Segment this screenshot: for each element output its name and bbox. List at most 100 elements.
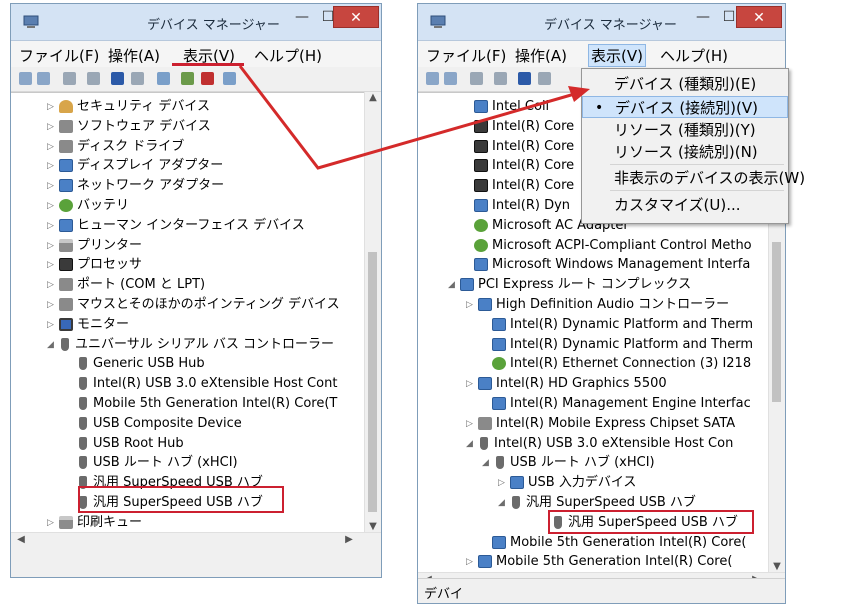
expand-toggle-icon[interactable]: ▷ xyxy=(466,374,476,394)
scroll-up-icon[interactable]: ▲ xyxy=(365,92,381,103)
expand-toggle-icon[interactable]: ▷ xyxy=(47,97,57,117)
tree-item[interactable]: ▷ モニター xyxy=(47,315,129,335)
tree-item[interactable]: Intel(R) Dynamic Platform and Therm xyxy=(480,315,753,335)
tree-item[interactable]: ▷ High Definition Audio コントローラー xyxy=(466,295,729,315)
tree-item[interactable]: Mobile 5th Generation Intel(R) Core(T xyxy=(65,394,337,414)
scroll-down-icon[interactable]: ▼ xyxy=(365,521,381,532)
view-menu-item[interactable]: リソース (接続別)(N) xyxy=(582,141,788,163)
tree-item[interactable]: ▷ Intel(R) HD Graphics 5500 xyxy=(466,374,667,394)
view-menu-item[interactable]: 非表示のデバイスの表示(W) xyxy=(582,167,805,189)
expand-toggle-icon[interactable]: ▷ xyxy=(47,117,57,137)
scroll-thumb[interactable] xyxy=(772,242,781,402)
tree-item[interactable]: ▷ プリンター xyxy=(47,236,142,256)
expand-toggle-icon[interactable]: ▷ xyxy=(498,473,508,493)
minimize-button[interactable]: — xyxy=(289,6,315,28)
view-menu-item[interactable]: リソース (種類別)(Y) xyxy=(582,119,788,141)
tree-item[interactable]: Generic USB Hub xyxy=(65,354,205,374)
device-view-icon[interactable] xyxy=(538,72,551,85)
expand-toggle-icon[interactable]: ▷ xyxy=(47,236,57,256)
expand-toggle-icon[interactable]: ▷ xyxy=(47,513,57,533)
tree-item[interactable]: Intel(R) Core xyxy=(462,176,574,196)
tree-item[interactable]: ◢ PCI Express ルート コンプレックス xyxy=(448,275,691,295)
tree-item[interactable]: ▷ ディスク ドライブ xyxy=(47,137,184,157)
tree-item[interactable]: Mobile 5th Generation Intel(R) Core( xyxy=(480,533,746,553)
tree-item[interactable]: ◢ ユニバーサル シリアル バス コントローラー xyxy=(47,335,334,355)
tree-item[interactable]: Microsoft Windows Management Interfa xyxy=(462,255,750,275)
horizontal-scrollbar[interactable]: ◀ ▶ xyxy=(11,532,381,549)
view-menu-item[interactable]: カスタマイズ(U)... xyxy=(582,194,788,216)
tree-item[interactable]: ▷ Intel(R) Mobile Express Chipset SATA xyxy=(466,414,735,434)
tree-item[interactable]: USB Composite Device xyxy=(65,414,242,434)
view-icon[interactable] xyxy=(87,72,100,85)
view-icon[interactable] xyxy=(494,72,507,85)
menu-view[interactable]: 表示(V) xyxy=(588,44,646,67)
menu-file[interactable]: ファイル(F) xyxy=(426,45,506,66)
scroll-down-icon[interactable]: ▼ xyxy=(769,561,785,572)
expand-toggle-icon[interactable]: ▷ xyxy=(47,176,57,196)
tree-item[interactable]: ▷ セキュリティ デバイス xyxy=(47,97,210,117)
scan-hardware-icon[interactable] xyxy=(157,72,170,85)
expand-toggle-icon[interactable]: ◢ xyxy=(482,453,492,473)
expand-toggle-icon[interactable]: ▷ xyxy=(47,295,57,315)
menu-action[interactable]: 操作(A) xyxy=(108,45,160,66)
properties-icon[interactable] xyxy=(63,72,76,85)
tree-item[interactable]: ▷ マウスとそのほかのポインティング デバイス xyxy=(47,295,340,315)
tree-item[interactable]: Intel(R) Core xyxy=(462,137,574,157)
tree-item[interactable]: Intel(R) USB 3.0 eXtensible Host Cont xyxy=(65,374,337,394)
tree-item[interactable]: ▷ バッテリ xyxy=(47,196,129,216)
menu-help[interactable]: ヘルプ(H) xyxy=(254,45,322,66)
update-driver-icon[interactable] xyxy=(181,72,194,85)
expand-toggle-icon[interactable]: ◢ xyxy=(47,335,57,355)
tree-item[interactable]: ▷ Mobile 5th Generation Intel(R) Core( xyxy=(466,552,732,572)
tree-item[interactable]: ▷ ソフトウェア デバイス xyxy=(47,117,211,137)
menu-help[interactable]: ヘルプ(H) xyxy=(660,45,728,66)
tree-item[interactable]: ◢ Intel(R) USB 3.0 eXtensible Host Con xyxy=(466,434,733,454)
view-menu-item[interactable]: • デバイス (接続別)(V) xyxy=(582,96,788,118)
minimize-button[interactable]: — xyxy=(690,6,716,28)
forward-icon[interactable] xyxy=(37,72,50,85)
tree-item[interactable]: ◢ USB ルート ハブ (xHCI) xyxy=(482,453,655,473)
expand-toggle-icon[interactable]: ▷ xyxy=(47,216,57,236)
expand-toggle-icon[interactable]: ▷ xyxy=(47,137,57,157)
tree-item[interactable]: USB ルート ハブ (xHCI) xyxy=(65,453,238,473)
expand-toggle-icon[interactable]: ◢ xyxy=(498,493,508,513)
expand-toggle-icon[interactable]: ▷ xyxy=(47,196,57,216)
tree-item[interactable]: ▷ USB 入力デバイス xyxy=(498,473,636,493)
device-view-icon[interactable] xyxy=(131,72,144,85)
tree-item[interactable]: Intel(R) Dynamic Platform and Therm xyxy=(480,335,753,355)
close-button[interactable]: ✕ xyxy=(736,6,782,28)
tree-item[interactable]: ▷ 印刷キュー xyxy=(47,513,142,533)
vertical-scrollbar[interactable]: ▲ ▼ xyxy=(364,92,381,532)
close-button[interactable]: ✕ xyxy=(333,6,379,28)
menu-file[interactable]: ファイル(F) xyxy=(19,45,99,66)
view-menu-item[interactable]: デバイス (種類別)(E) xyxy=(582,73,788,95)
tree-item[interactable]: USB Root Hub xyxy=(65,434,184,454)
expand-toggle-icon[interactable]: ▷ xyxy=(47,315,57,335)
help-icon[interactable] xyxy=(518,72,531,85)
expand-toggle-icon[interactable]: ▷ xyxy=(466,414,476,434)
back-icon[interactable] xyxy=(426,72,439,85)
tree-item[interactable]: Intel(R) Core xyxy=(462,156,574,176)
expand-toggle-icon[interactable]: ▷ xyxy=(47,275,57,295)
tree-item[interactable]: Intel(R) Management Engine Interfac xyxy=(480,394,751,414)
forward-icon[interactable] xyxy=(444,72,457,85)
scroll-right-icon[interactable]: ▶ xyxy=(341,534,357,545)
tree-item[interactable]: ▷ ディスプレイ アダプター xyxy=(47,156,223,176)
tree-item[interactable]: Intel(R) Ethernet Connection (3) I218 xyxy=(480,354,751,374)
tree-item[interactable]: Microsoft ACPI-Compliant Control Metho xyxy=(462,236,752,256)
expand-toggle-icon[interactable]: ▷ xyxy=(466,552,476,572)
scroll-left-icon[interactable]: ◀ xyxy=(13,534,29,545)
uninstall-icon[interactable] xyxy=(201,72,214,85)
enable-device-icon[interactable] xyxy=(223,72,236,85)
expand-toggle-icon[interactable]: ▷ xyxy=(47,255,57,275)
menu-action[interactable]: 操作(A) xyxy=(515,45,567,66)
tree-item[interactable]: ▷ ポート (COM と LPT) xyxy=(47,275,205,295)
expand-toggle-icon[interactable]: ◢ xyxy=(448,275,458,295)
expand-toggle-icon[interactable]: ▷ xyxy=(47,156,57,176)
tree-item[interactable]: ▷ ネットワーク アダプター xyxy=(47,176,224,196)
tree-item[interactable]: ▷ ヒューマン インターフェイス デバイス xyxy=(47,216,305,236)
tree-item[interactable]: ▷ プロセッサ xyxy=(47,255,142,275)
expand-toggle-icon[interactable]: ◢ xyxy=(466,434,476,454)
scroll-thumb[interactable] xyxy=(368,252,377,512)
expand-toggle-icon[interactable]: ▷ xyxy=(466,295,476,315)
